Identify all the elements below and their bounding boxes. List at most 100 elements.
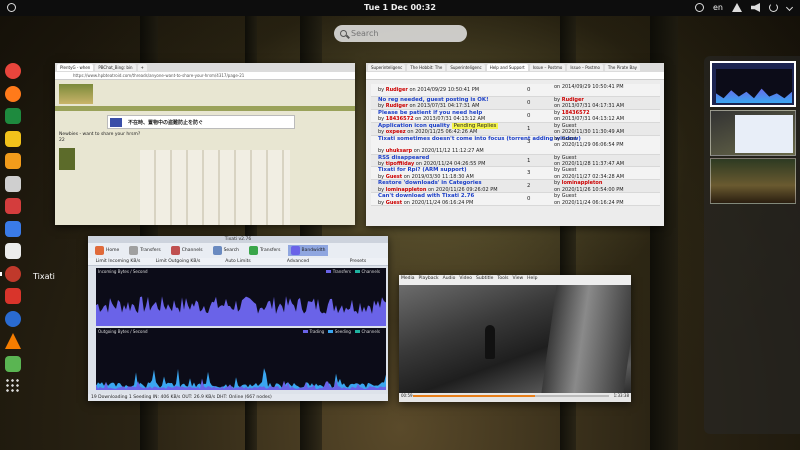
topic-title[interactable]: Restore 'downloads' in Categories — [378, 180, 482, 186]
topic-row[interactable]: RSS disappeared by tipoffiiday on 2020/11… — [371, 154, 660, 168]
topic-row[interactable]: Tixati sometimes doesn't come into focus… — [371, 135, 660, 155]
topic-title[interactable]: Tixati sometimes doesn't come into focus… — [378, 136, 581, 142]
topic-title-text[interactable]: Please be patient if you need help — [378, 110, 482, 116]
show-apps-icon[interactable] — [5, 378, 21, 394]
topic-title-text[interactable]: Tixati for Rpi? (ARM support) — [378, 167, 467, 173]
terminal-icon[interactable] — [5, 243, 21, 259]
bandwidth-option[interactable]: Advanced — [268, 258, 328, 265]
volume-icon[interactable] — [751, 3, 760, 12]
settings-icon[interactable] — [5, 198, 21, 214]
search-input[interactable] — [351, 29, 451, 38]
libreoffice-icon[interactable] — [5, 108, 21, 124]
docs-icon[interactable] — [5, 220, 21, 237]
tixati-tab-transfers[interactable]: Transfers — [126, 245, 163, 256]
pinwheel2-icon[interactable] — [5, 288, 21, 304]
author-link[interactable]: Guest — [386, 200, 402, 206]
browser-tab[interactable]: Help and Support — [486, 64, 528, 71]
trash-icon[interactable] — [5, 355, 21, 372]
pinwheel-icon[interactable] — [5, 130, 21, 147]
workspace-thumbnail[interactable] — [710, 61, 796, 107]
tixati-window[interactable]: Tixati v2.76 Home Transfers Channels Search… — [88, 236, 388, 401]
topic-row[interactable]: Application icon quality Pending Replies… — [371, 122, 660, 136]
author-link[interactable]: uhuksarp — [386, 148, 412, 154]
author-link[interactable]: Rudiger — [386, 87, 408, 93]
ad-banner[interactable]: 不在時、置物中の盗難防止を防ぐ — [107, 115, 295, 129]
tixati-icon[interactable] — [0, 265, 21, 282]
topic-title[interactable]: No reg needed, guest posting is OK! — [378, 97, 489, 103]
topic-row[interactable]: Can't download with Tixati 2.76 by Guest … — [371, 193, 660, 207]
menu-item-media[interactable]: Media — [401, 275, 415, 283]
topic-title[interactable]: Application icon quality Pending Replies — [378, 122, 499, 129]
network-icon[interactable] — [732, 3, 742, 12]
topic-title-text[interactable]: Tixati sometimes doesn't come into focus… — [378, 136, 581, 142]
thunderbird-icon[interactable] — [5, 310, 21, 327]
menu-item-audio[interactable]: Audio — [443, 275, 456, 283]
language-indicator[interactable]: en — [713, 3, 723, 12]
last-post-author[interactable]: 18436572 — [562, 110, 590, 116]
topic-row[interactable]: Please be patient if you need help by 184… — [371, 109, 660, 123]
menu-item-tools[interactable]: Tools — [497, 275, 508, 283]
bandwidth-option[interactable]: Auto Limits — [208, 258, 268, 265]
bandwidth-option[interactable]: Limit Outgoing KB/s — [148, 258, 208, 265]
browser-tab[interactable]: The Hobbit: The — [407, 64, 446, 71]
browser-tab[interactable]: The Pirate Bay — [604, 64, 641, 71]
tixati-tab-bandwidth[interactable]: Bandwidth — [287, 245, 329, 256]
browser-tab[interactable]: Issue – Postmo — [567, 64, 603, 71]
menu-item-view[interactable]: View — [512, 275, 523, 283]
workspace-thumbnail[interactable] — [710, 158, 796, 204]
browser-tab[interactable]: PlentyG - when — [57, 64, 94, 71]
topic-title-text[interactable]: Can't download with Tixati 2.76 — [378, 193, 474, 199]
search-field[interactable] — [334, 25, 467, 42]
topic-row[interactable]: by Rudiger on 2014/09/29 10:50:41 PM 0 on … — [371, 84, 660, 97]
browser-tab[interactable]: Superinteligenc — [368, 64, 406, 71]
seek-bar[interactable] — [413, 395, 609, 397]
browser-window[interactable]: PlentyG - when PBChat_Bing: bin + https:… — [55, 63, 355, 225]
topic-row[interactable]: Tixati for Rpi? (ARM support) by Guest on… — [371, 167, 660, 181]
topic-title-text[interactable]: Restore 'downloads' in Categories — [378, 180, 482, 186]
vlc-icon[interactable] — [5, 333, 21, 349]
workspace-thumbnail[interactable] — [710, 110, 796, 156]
accessibility-icon[interactable] — [695, 3, 704, 12]
forum-browser-window[interactable]: Superinteligenc The Hobbit: The Superintel… — [366, 63, 664, 226]
topic-title[interactable]: RSS disappeared — [378, 155, 429, 161]
url-bar[interactable]: https://www.hpbteatroid.com/threads/anyo… — [55, 72, 355, 80]
url-bar[interactable] — [366, 72, 664, 80]
browser-tab[interactable]: Issue – Postmo — [529, 64, 566, 71]
power-icon[interactable] — [769, 3, 778, 12]
chrome-icon[interactable] — [5, 63, 21, 79]
author-link[interactable]: oxpeez — [386, 129, 406, 135]
tixati-tab-search[interactable]: Search — [210, 245, 242, 256]
topic-row[interactable]: Restore 'downloads' in Categories by lomi… — [371, 180, 660, 194]
browser-tab[interactable]: PBChat_Bing: bin — [95, 64, 136, 71]
topic-title[interactable]: Tixati for Rpi? (ARM support) — [378, 167, 467, 173]
menu-item-help[interactable]: Help — [527, 275, 537, 283]
last-post-author[interactable]: lominappleton — [562, 180, 603, 186]
author-link[interactable]: tipoffiiday — [386, 161, 414, 167]
topic-title[interactable]: Can't download with Tixati 2.76 — [378, 193, 474, 199]
topic-row[interactable]: No reg needed, guest posting is OK! by Ru… — [371, 96, 660, 110]
video-area[interactable] — [399, 285, 631, 393]
slides-icon[interactable] — [5, 153, 21, 169]
topic-title[interactable]: Please be patient if you need help — [378, 110, 482, 116]
tixati-tab-channels[interactable]: Channels — [168, 245, 206, 256]
topic-title-text[interactable]: RSS disappeared — [378, 155, 429, 161]
menu-item-video[interactable]: Video — [459, 275, 472, 283]
author-link[interactable]: Guest — [386, 174, 402, 180]
new-tab-button[interactable]: + — [137, 64, 147, 71]
bandwidth-option[interactable]: Limit Incoming KB/s — [88, 258, 148, 265]
last-post-author[interactable]: Rudiger — [562, 97, 584, 103]
tixati-tab-transfers[interactable]: Transfers — [246, 245, 283, 256]
author-link[interactable]: 18436572 — [386, 116, 414, 122]
firefox-icon[interactable] — [5, 85, 21, 102]
menu-item-subtitle[interactable]: Subtitle — [476, 275, 493, 283]
system-tray[interactable]: en — [695, 3, 794, 12]
topic-title-text[interactable]: Application icon quality — [378, 123, 450, 129]
tixati-tab-home[interactable]: Home — [92, 245, 122, 256]
topic-title-text[interactable]: No reg needed, guest posting is OK! — [378, 97, 489, 103]
clock[interactable]: Tue 1 Dec 00:32 — [0, 3, 800, 12]
author-link[interactable]: Rudiger — [386, 103, 408, 109]
browser-tab[interactable]: Superinteligenc — [447, 64, 485, 71]
chevron-down-icon[interactable] — [785, 3, 794, 12]
bandwidth-option[interactable]: Presets — [328, 258, 388, 265]
author-link[interactable]: lominappleton — [386, 187, 427, 193]
